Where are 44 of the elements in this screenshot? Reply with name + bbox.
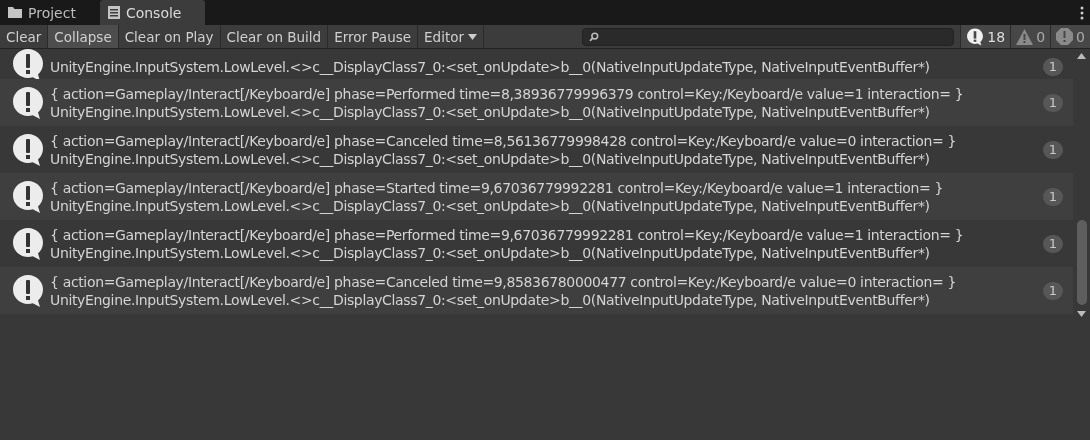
count-badge: 1 [1043, 140, 1063, 159]
folder-icon [8, 7, 22, 18]
info-icon [12, 179, 44, 214]
count-badge: 1 [1043, 93, 1063, 112]
count-badge: 1 [1043, 281, 1063, 300]
stack-trace: UnityEngine.InputSystem.LowLevel.<>c__DisplayClass7_0:<set_onUpdate>b__0(NativeInputUpdateType, NativeInputEventBuffer*) [50, 243, 931, 262]
filter-toggle[interactable]: 18 [960, 25, 1011, 48]
filter-toggle[interactable]: 0 [1050, 25, 1090, 48]
count-badge: 1 [1043, 58, 1063, 76]
tab[interactable]: Project [0, 0, 100, 25]
search-field[interactable] [582, 27, 955, 46]
list-icon [107, 6, 120, 19]
info-icon [966, 27, 985, 46]
stack-trace: UnityEngine.InputSystem.LowLevel.<>c__DisplayClass7_0:<set_onUpdate>b__0(NativeInputUpdateType, NativeInputEventBuffer*) [50, 102, 931, 121]
toggle-button[interactable]: Error Pause [328, 25, 419, 48]
info-icon [12, 85, 44, 120]
info-icon [12, 273, 44, 308]
caret-icon [468, 33, 477, 40]
log-message: { action=Gameplay/Interact[/Keyboard/e] phase=Started time=9,67036779992281 control=Key:/Keyboard/e value=1 interaction= } [50, 178, 945, 197]
stack-trace: UnityEngine.InputSystem.LowLevel.<>c__DisplayClass7_0:<set_onUpdate>b__0(NativeInputUpdateType, NativeInputEventBuffer*) [50, 196, 931, 215]
log-message: { action=Gameplay/Interact[/Keyboard/e] phase=Canceled time=8,56136779998428 control=Key:/Keyboard/e value=0 interaction= } [50, 131, 958, 150]
count-badge: 1 [1043, 234, 1063, 253]
more-icon[interactable] [1080, 5, 1084, 20]
error-icon [1056, 28, 1074, 45]
info-icon [12, 132, 44, 167]
info-icon [12, 226, 44, 261]
count-badge: 1 [1043, 187, 1063, 206]
scroll-thumb[interactable] [1076, 220, 1087, 305]
stack-trace: UnityEngine.InputSystem.LowLevel.<>c__DisplayClass7_0:<set_onUpdate>b__0(NativeInputUpdateType, NativeInputEventBuffer*) [50, 58, 931, 76]
tab[interactable]: Console [99, 0, 206, 25]
log-message: { action=Gameplay/Interact[/Keyboard/e] phase=Performed time=8,38936779996379 control=Key:/Keyboard/e value=1 interaction= } [50, 84, 965, 103]
search-icon [589, 31, 599, 42]
toggle-button[interactable]: Collapse [48, 25, 119, 48]
dropdown-button[interactable]: Editor [418, 25, 484, 48]
scroll-up-icon[interactable] [1077, 53, 1086, 59]
stack-trace: UnityEngine.InputSystem.LowLevel.<>c__DisplayClass7_0:<set_onUpdate>b__0(NativeInputUpdateType, NativeInputEventBuffer*) [50, 149, 931, 168]
filter-toggle[interactable]: 0 [1010, 25, 1051, 48]
toggle-button[interactable]: Clear on Play [118, 25, 221, 48]
log-message: { action=Gameplay/Interact[/Keyboard/e] phase=Canceled time=9,85836780000477 control=Key:/Keyboard/e value=0 interaction= } [50, 272, 958, 291]
warning-icon [1016, 28, 1034, 45]
log-message: { action=Gameplay/Interact[/Keyboard/e] phase=Performed time=9,67036779992281 control=Key:/Keyboard/e value=1 interaction= } [50, 225, 965, 244]
scroll-down-icon[interactable] [1077, 311, 1086, 317]
toggle-button[interactable]: Clear on Build [220, 25, 329, 48]
stack-trace: UnityEngine.InputSystem.LowLevel.<>c__DisplayClass7_0:<set_onUpdate>b__0(NativeInputUpdateType, NativeInputEventBuffer*) [50, 290, 931, 309]
